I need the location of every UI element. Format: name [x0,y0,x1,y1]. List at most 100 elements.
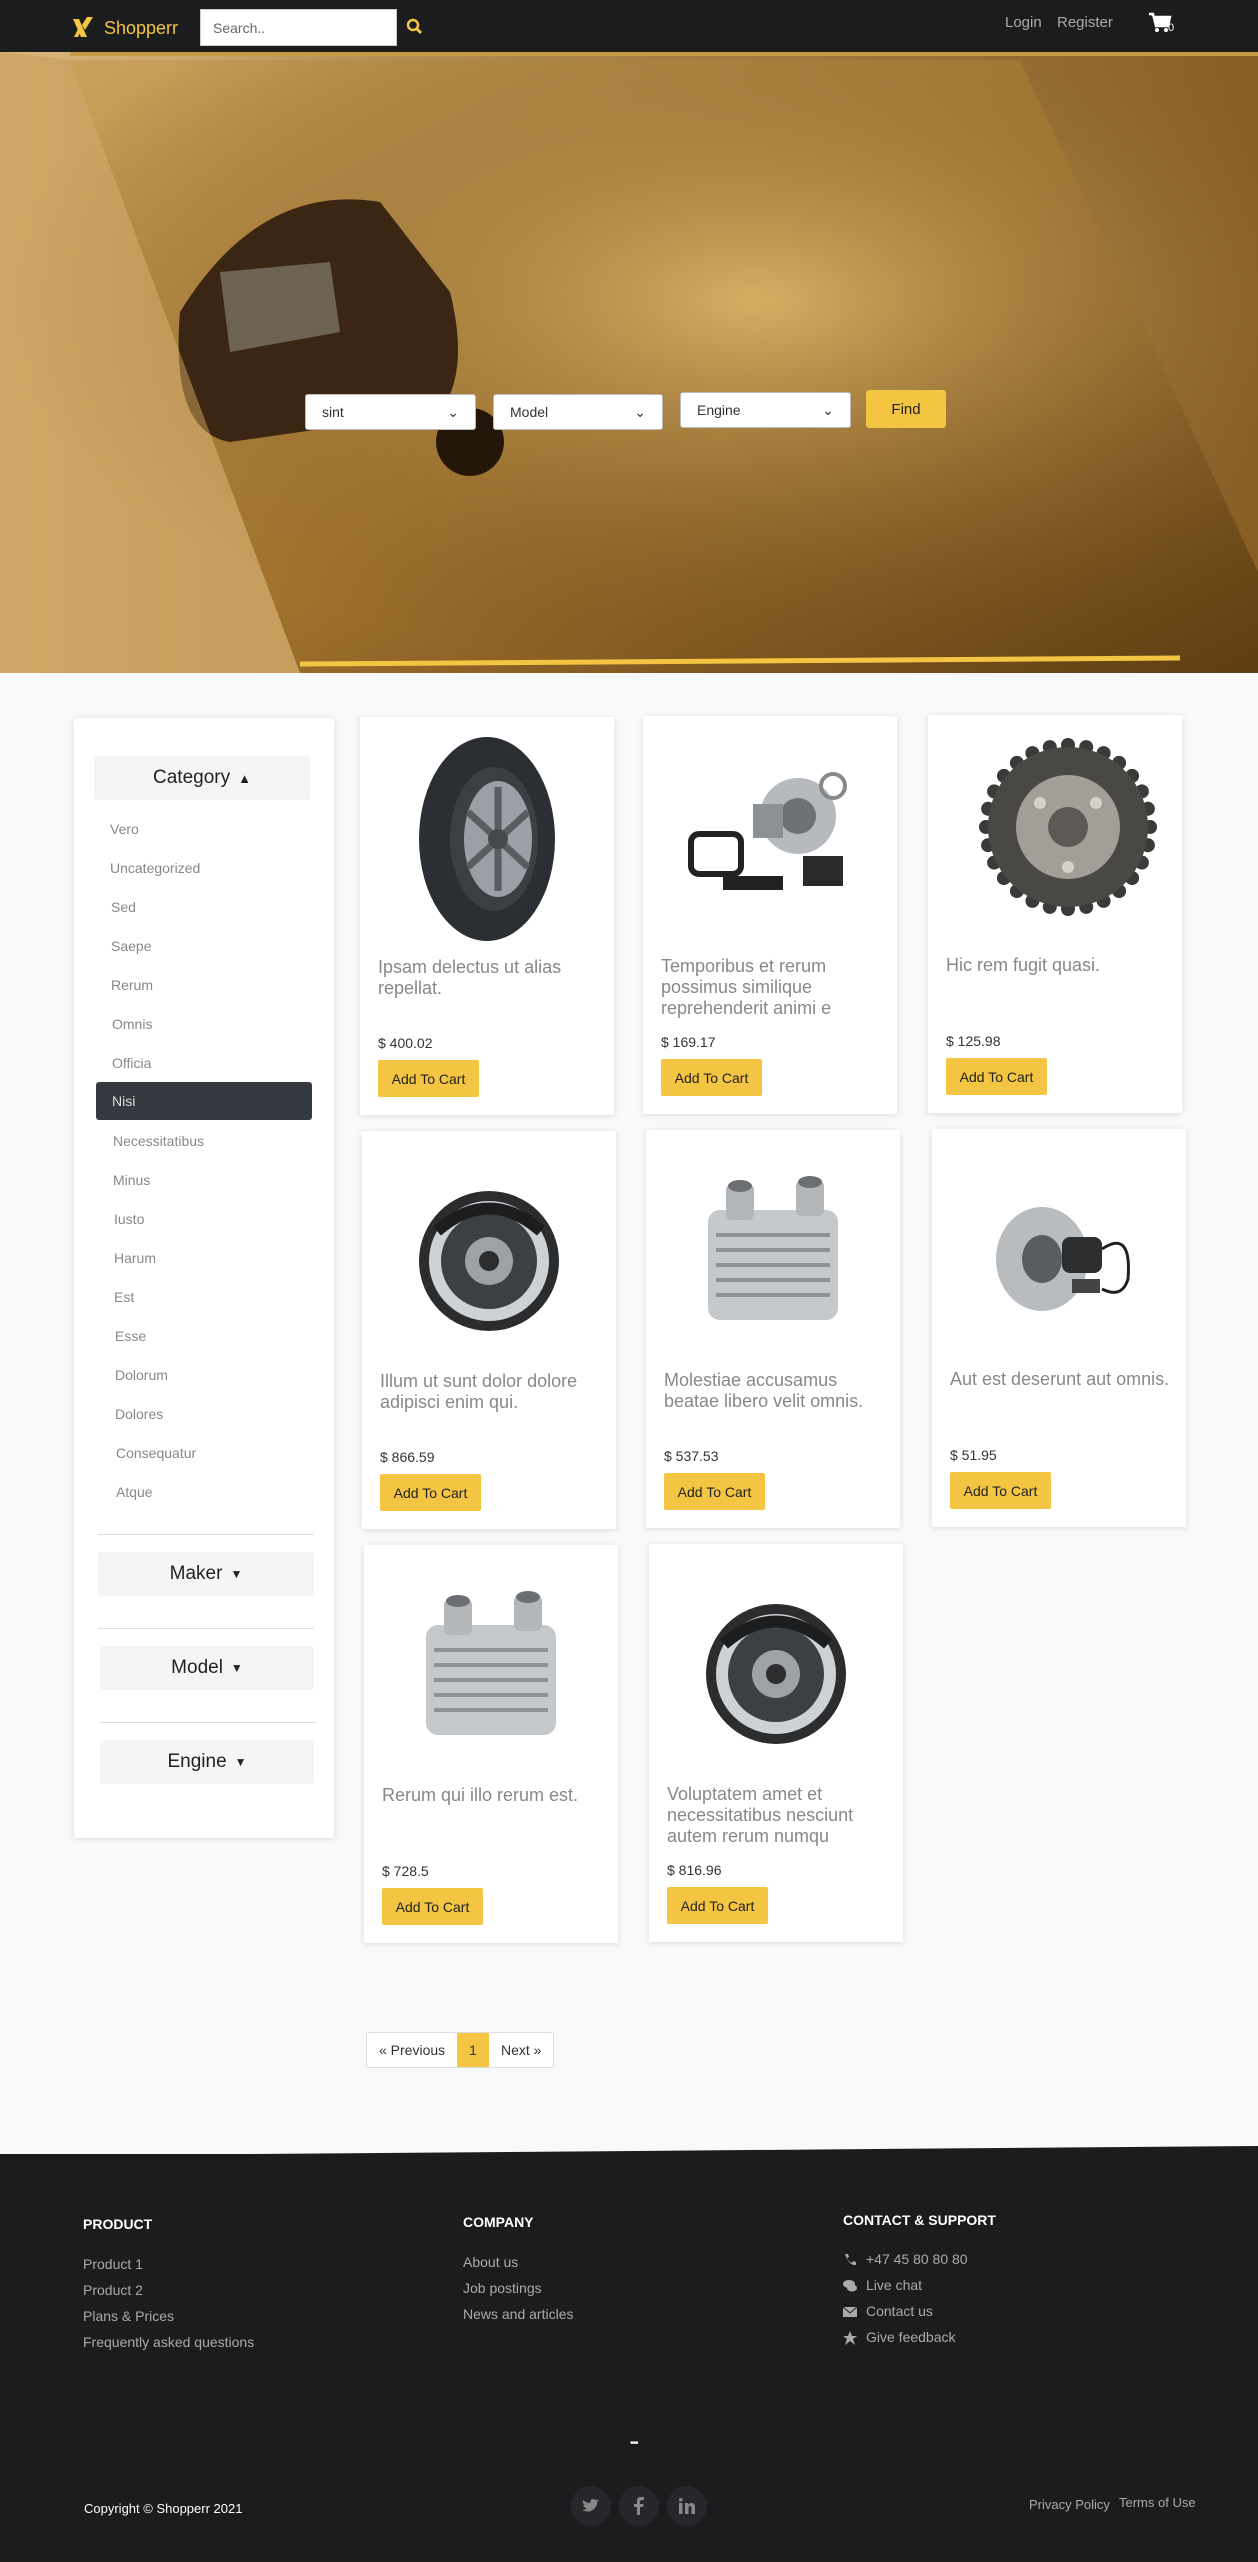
brand-link[interactable]: Shopperr [68,13,178,43]
footer-company-heading: COMPANY [463,2214,534,2230]
sidebar-category-item[interactable]: Nisi [96,1082,312,1120]
product-card[interactable]: Ipsam delectus ut alias repellat. $ 400.0… [360,717,614,1115]
sidebar-category-item[interactable]: Dolores [115,1406,163,1422]
sidebar-category-item[interactable]: Vero [110,821,139,837]
add-to-cart-button[interactable]: Add To Cart [664,1473,765,1510]
footer-link[interactable]: About us [463,2254,518,2270]
previous-page-button[interactable]: « Previous [367,2033,457,2067]
sidebar-category-item[interactable]: Uncategorized [110,860,200,876]
footer-contact-item[interactable]: Live chat [866,2277,922,2293]
engine-select[interactable]: Engine ⌄ [680,392,851,428]
product-price: $ 866.59 [380,1449,435,1465]
sidebar-category-item[interactable]: Necessitatibus [113,1133,204,1149]
product-title[interactable]: Aut est deserunt aut omnis. [950,1369,1170,1390]
sidebar-category-item[interactable]: Omnis [112,1016,152,1032]
product-image[interactable] [364,1545,618,1785]
product-title[interactable]: Molestiae accusamus beatae libero velit … [664,1370,884,1412]
product-card[interactable]: Illum ut sunt dolor dolore adipisci enim… [362,1131,616,1529]
twitter-link[interactable] [571,2486,611,2526]
product-card[interactable]: Rerum qui illo rerum est. $ 728.5 Add To C… [364,1545,618,1943]
model-select-value: Model [510,404,549,420]
model-toggle[interactable]: Model ▼ [100,1646,314,1690]
footer-link[interactable]: News and articles [463,2306,574,2322]
add-to-cart-button[interactable]: Add To Cart [661,1059,762,1096]
cart-button[interactable]: 0 [1148,12,1182,40]
search-input[interactable] [200,9,397,46]
product-title[interactable]: Voluptatem amet et necessitatibus nesciu… [667,1784,887,1847]
privacy-policy-link[interactable]: Privacy Policy [1029,2497,1110,2512]
product-card[interactable]: Molestiae accusamus beatae libero velit … [646,1130,900,1528]
add-to-cart-button[interactable]: Add To Cart [950,1472,1051,1509]
footer-contact-item[interactable]: Give feedback [866,2329,956,2345]
product-title[interactable]: Ipsam delectus ut alias repellat. [378,957,598,999]
chevron-down-icon: ▼ [230,1567,243,1581]
sidebar-category-item[interactable]: Atque [116,1484,153,1500]
footer-link[interactable]: Frequently asked questions [83,2334,254,2350]
star-icon [843,2331,857,2345]
page-1-button[interactable]: 1 [457,2033,489,2067]
pagination: « Previous 1 Next » [366,2032,555,2068]
sidebar-category-item[interactable]: Harum [114,1250,156,1266]
sidebar-category-item[interactable]: Minus [113,1172,150,1188]
facebook-icon [634,2497,644,2515]
footer-contact-item[interactable]: Contact us [866,2303,933,2319]
terms-of-use-link[interactable]: Terms of Use [1119,2495,1196,2510]
sidebar-category-item[interactable]: Consequatur [116,1445,196,1461]
register-link[interactable]: Register [1057,14,1113,31]
add-to-cart-button[interactable]: Add To Cart [382,1888,483,1925]
footer-link[interactable]: Plans & Prices [83,2308,174,2324]
find-button[interactable]: Find [866,390,946,428]
product-title[interactable]: Temporibus et rerum possimus similique r… [661,956,881,1019]
product-price: $ 400.02 [378,1035,433,1051]
product-price: $ 816.96 [667,1862,722,1878]
linkedin-link[interactable] [667,2486,707,2526]
sidebar-category-item[interactable]: Est [114,1289,134,1305]
product-card[interactable]: Hic rem fugit quasi. $ 125.98 Add To Cart [928,715,1182,1113]
brand-logo-icon [73,17,93,37]
add-to-cart-button[interactable]: Add To Cart [946,1058,1047,1095]
maker-toggle[interactable]: Maker ▼ [98,1552,314,1596]
facebook-link[interactable] [619,2486,659,2526]
chevron-up-icon: ▲ [238,770,251,786]
footer-link[interactable]: Product 2 [83,2282,143,2298]
product-image[interactable] [360,717,614,957]
product-title[interactable]: Illum ut sunt dolor dolore adipisci enim… [380,1371,600,1413]
category-label: Category [153,767,231,788]
category-toggle[interactable]: Category ▲ [94,756,310,800]
maker-select[interactable]: sint ⌄ [305,394,476,430]
product-image[interactable] [646,1130,900,1370]
sidebar-category-item[interactable]: Dolorum [115,1367,168,1383]
search-icon[interactable] [404,16,426,38]
sidebar-category-item[interactable]: Officia [112,1055,151,1071]
footer-link[interactable]: Product 1 [83,2256,143,2272]
footer-contact-heading: CONTACT & SUPPORT [843,2212,996,2228]
product-image[interactable] [932,1129,1186,1369]
add-to-cart-button[interactable]: Add To Cart [380,1474,481,1511]
footer-link[interactable]: Job postings [463,2280,542,2296]
product-image[interactable] [649,1544,903,1784]
sidebar-category-item[interactable]: Sed [111,899,136,915]
model-label: Model [171,1657,223,1678]
sidebar-category-item[interactable]: Iusto [114,1211,144,1227]
add-to-cart-button[interactable]: Add To Cart [667,1887,768,1924]
engine-label: Engine [167,1751,227,1772]
sidebar-category-item[interactable]: Saepe [111,938,151,954]
sidebar-category-item[interactable]: Esse [115,1328,146,1344]
product-title[interactable]: Hic rem fugit quasi. [946,955,1166,976]
next-page-button[interactable]: Next » [489,2033,553,2067]
product-price: $ 728.5 [382,1863,429,1879]
product-image[interactable] [928,715,1182,955]
model-select[interactable]: Model ⌄ [493,394,663,430]
product-title[interactable]: Rerum qui illo rerum est. [382,1785,602,1806]
sidebar-category-item[interactable]: Rerum [111,977,153,993]
footer-contact-item[interactable]: +47 45 80 80 80 [866,2251,968,2267]
product-card[interactable]: Temporibus et rerum possimus similique r… [643,716,897,1114]
product-image[interactable] [643,716,897,956]
product-image[interactable] [362,1131,616,1371]
login-link[interactable]: Login [1005,14,1042,31]
engine-toggle[interactable]: Engine ▼ [100,1740,314,1784]
add-to-cart-button[interactable]: Add To Cart [378,1060,479,1097]
filter-sidebar: Category ▲ Vero Uncategorized Sed Saepe Reru… [74,718,334,1838]
product-card[interactable]: Aut est deserunt aut omnis. $ 51.95 Add To… [932,1129,1186,1527]
product-card[interactable]: Voluptatem amet et necessitatibus nesciu… [649,1544,903,1942]
